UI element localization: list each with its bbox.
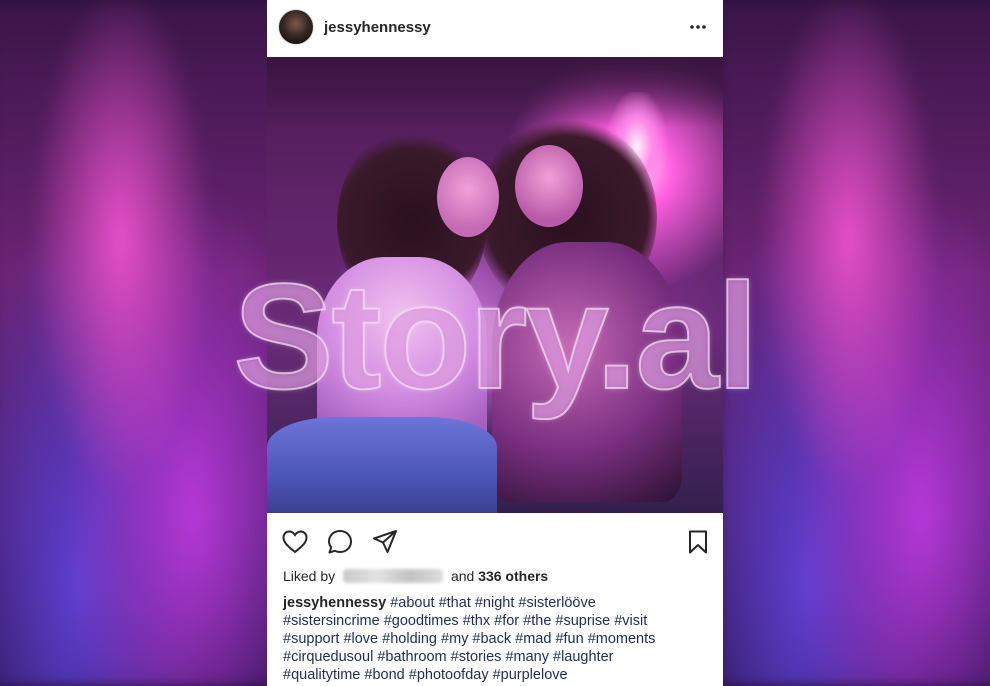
- instagram-post: jessyhennessy Liked by and 336 others je…: [267, 0, 723, 686]
- blurred-username[interactable]: [343, 569, 444, 583]
- blurred-background-left: [0, 0, 280, 686]
- post-actions: [267, 522, 723, 562]
- liked-by-label: Liked by: [283, 568, 336, 584]
- caption-line: #cirquedusoul #bathroom #stories #many #…: [283, 649, 614, 665]
- post-caption: jessyhennessy #about #that #night #siste…: [283, 594, 713, 684]
- liked-and-label: and: [450, 568, 475, 584]
- post-header: jessyhennessy: [267, 0, 723, 56]
- post-photo[interactable]: [267, 57, 723, 513]
- caption-username[interactable]: jessyhennessy: [283, 595, 386, 611]
- comment-icon[interactable]: [326, 528, 354, 556]
- caption-line: #support #love #holding #my #back #mad #…: [283, 631, 656, 647]
- caption-line: #qualitytime #bond #photoofday #purplelo…: [283, 667, 568, 683]
- more-options-icon[interactable]: [689, 18, 707, 36]
- likes-line: Liked by and 336 others: [283, 568, 548, 584]
- caption-line: #about #that #night #sisterlööve: [386, 595, 596, 611]
- likes-count[interactable]: 336 others: [478, 568, 548, 584]
- blurred-background-right: [718, 0, 990, 686]
- heart-icon[interactable]: [281, 528, 309, 556]
- avatar[interactable]: [279, 10, 313, 44]
- bookmark-icon[interactable]: [684, 528, 712, 556]
- caption-line: #sistersincrime #goodtimes #thx #for #th…: [283, 613, 648, 629]
- post-username[interactable]: jessyhennessy: [324, 19, 431, 36]
- paper-plane-icon[interactable]: [371, 528, 399, 556]
